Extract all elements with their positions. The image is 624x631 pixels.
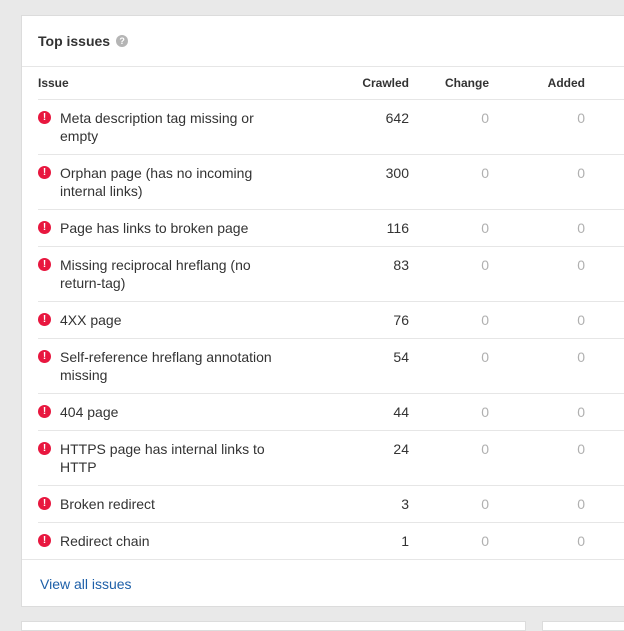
issue-name[interactable]: 404 page	[60, 403, 282, 421]
issue-name[interactable]: Missing reciprocal hreflang (no return-t…	[60, 256, 282, 292]
table-row[interactable]: ! Self-reference hreflang annotation mis…	[38, 338, 624, 393]
top-issues-card: Top issues ? Issue Crawled Change Added …	[21, 15, 624, 607]
column-header-added[interactable]: Added	[489, 76, 585, 90]
table-row[interactable]: ! Orphan page (has no incoming internal …	[38, 154, 624, 209]
change-count: 0	[481, 349, 489, 365]
change-count: 0	[481, 533, 489, 549]
issue-cell: ! Orphan page (has no incoming internal …	[38, 164, 337, 200]
issue-cell: ! HTTPS page has internal links to HTTP	[38, 440, 337, 476]
issue-name[interactable]: 4XX page	[60, 311, 282, 329]
issue-name[interactable]: Self-reference hreflang annotation missi…	[60, 348, 282, 384]
table-row[interactable]: ! 404 page 44 0 0	[38, 393, 624, 430]
error-icon: !	[38, 350, 51, 363]
crawled-count[interactable]: 300	[337, 164, 409, 182]
table-header: Issue Crawled Change Added	[38, 67, 624, 99]
change-count: 0	[481, 165, 489, 181]
added-count: 0	[577, 220, 585, 236]
issue-cell: ! Self-reference hreflang annotation mis…	[38, 348, 337, 384]
change-count: 0	[481, 257, 489, 273]
crawled-count[interactable]: 642	[337, 109, 409, 127]
next-card-edge	[21, 621, 526, 631]
error-icon: !	[38, 534, 51, 547]
error-icon: !	[38, 166, 51, 179]
crawled-count[interactable]: 44	[337, 403, 409, 421]
error-icon: !	[38, 221, 51, 234]
issue-name[interactable]: Broken redirect	[60, 495, 282, 513]
issue-cell: ! Broken redirect	[38, 495, 337, 513]
issue-cell: ! Redirect chain	[38, 532, 337, 550]
change-count: 0	[481, 441, 489, 457]
issue-cell: ! Page has links to broken page	[38, 219, 337, 237]
issue-cell: ! Meta description tag missing or empty	[38, 109, 337, 145]
issue-cell: ! 404 page	[38, 403, 337, 421]
crawled-count[interactable]: 1	[337, 532, 409, 550]
table-row[interactable]: ! Broken redirect 3 0 0	[38, 485, 624, 522]
crawled-count[interactable]: 83	[337, 256, 409, 274]
issue-name[interactable]: Meta description tag missing or empty	[60, 109, 282, 145]
issue-name[interactable]: Redirect chain	[60, 532, 282, 550]
error-icon: !	[38, 313, 51, 326]
added-count: 0	[577, 404, 585, 420]
help-icon[interactable]: ?	[116, 35, 129, 47]
added-count: 0	[577, 496, 585, 512]
card-header: Top issues ?	[22, 16, 624, 67]
column-header-crawled[interactable]: Crawled	[337, 76, 409, 90]
issue-cell: ! 4XX page	[38, 311, 337, 329]
added-count: 0	[577, 257, 585, 273]
column-header-change[interactable]: Change	[409, 76, 489, 90]
change-count: 0	[481, 312, 489, 328]
added-count: 0	[577, 312, 585, 328]
added-count: 0	[577, 349, 585, 365]
table-row[interactable]: ! Page has links to broken page 116 0 0	[38, 209, 624, 246]
issue-name[interactable]: Page has links to broken page	[60, 219, 282, 237]
error-icon: !	[38, 258, 51, 271]
error-icon: !	[38, 405, 51, 418]
crawled-count[interactable]: 3	[337, 495, 409, 513]
added-count: 0	[577, 165, 585, 181]
error-icon: !	[38, 442, 51, 455]
error-icon: !	[38, 111, 51, 124]
added-count: 0	[577, 533, 585, 549]
table-row[interactable]: ! Meta description tag missing or empty …	[38, 99, 624, 154]
crawled-count[interactable]: 54	[337, 348, 409, 366]
column-header-issue[interactable]: Issue	[38, 76, 337, 90]
error-icon: !	[38, 497, 51, 510]
issue-name[interactable]: HTTPS page has internal links to HTTP	[60, 440, 282, 476]
card-title: Top issues	[38, 33, 111, 49]
table-row[interactable]: ! Missing reciprocal hreflang (no return…	[38, 246, 624, 301]
crawled-count[interactable]: 116	[337, 219, 409, 237]
table-row[interactable]: ! 4XX page 76 0 0	[38, 301, 624, 338]
issue-cell: ! Missing reciprocal hreflang (no return…	[38, 256, 337, 292]
change-count: 0	[481, 496, 489, 512]
crawled-count[interactable]: 76	[337, 311, 409, 329]
added-count: 0	[577, 110, 585, 126]
table-row[interactable]: ! Redirect chain 1 0 0	[38, 522, 624, 559]
table-row[interactable]: ! HTTPS page has internal links to HTTP …	[38, 430, 624, 485]
issues-table: Issue Crawled Change Added ! Meta descri…	[38, 67, 624, 559]
issue-name[interactable]: Orphan page (has no incoming internal li…	[60, 164, 282, 200]
added-count: 0	[577, 441, 585, 457]
change-count: 0	[481, 110, 489, 126]
next-card-edge-right	[542, 621, 624, 631]
change-count: 0	[481, 404, 489, 420]
crawled-count[interactable]: 24	[337, 440, 409, 458]
card-footer: View all issues	[22, 559, 624, 608]
view-all-issues-link[interactable]: View all issues	[40, 576, 132, 592]
change-count: 0	[481, 220, 489, 236]
